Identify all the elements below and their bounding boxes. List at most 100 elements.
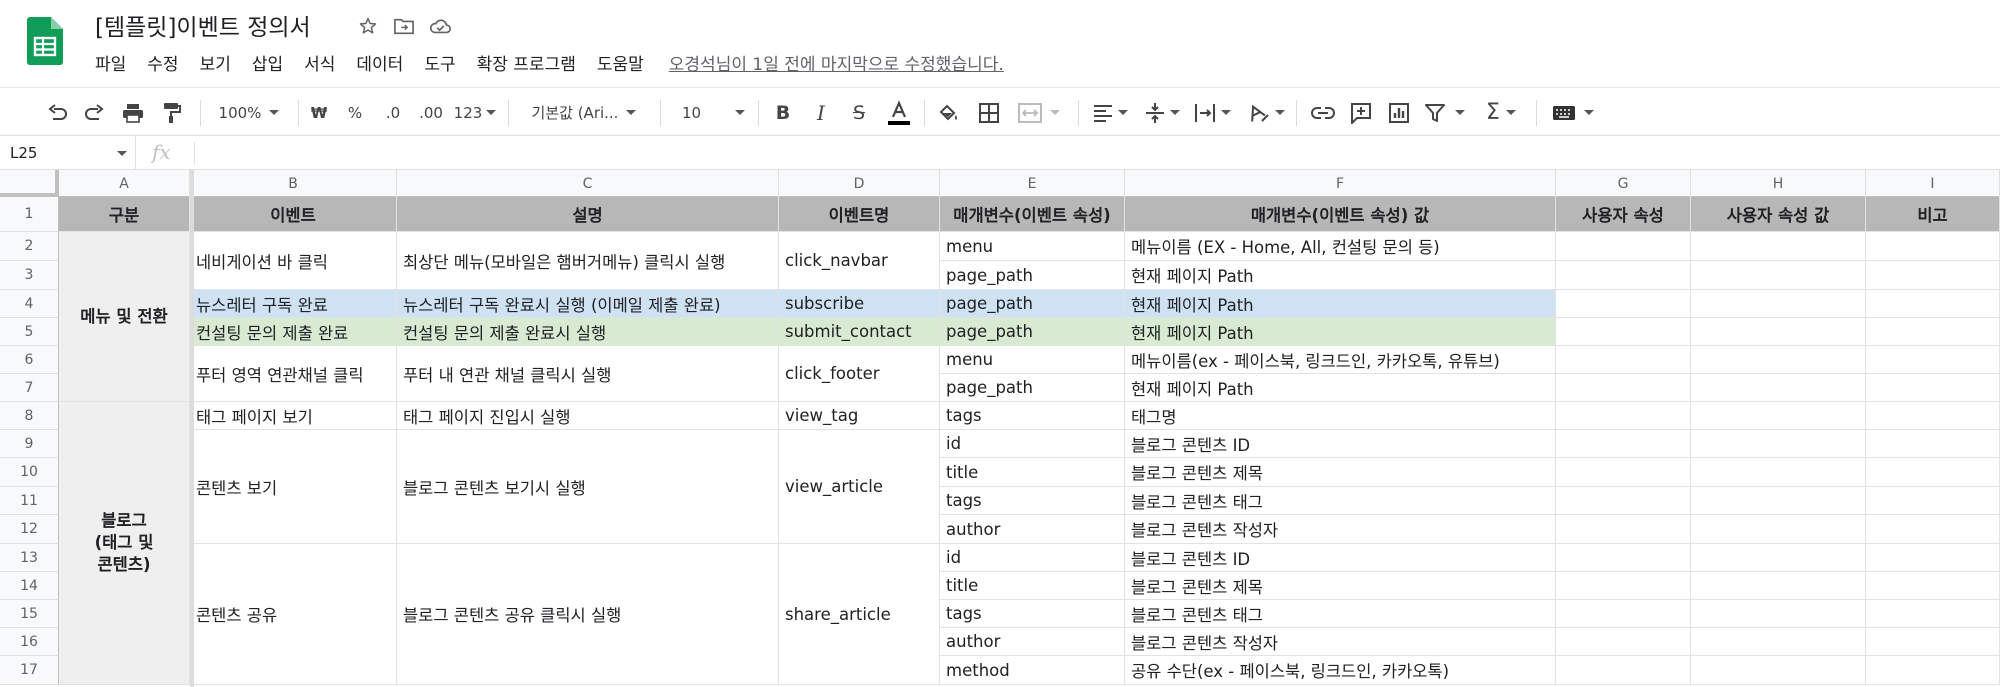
- empty-cell[interactable]: [1556, 318, 1691, 346]
- empty-cell[interactable]: [1866, 572, 2000, 600]
- event-cell[interactable]: 뉴스레터 구독 완료: [190, 290, 397, 318]
- google-sheets-icon[interactable]: [27, 17, 63, 65]
- empty-cell[interactable]: [1866, 318, 2000, 346]
- bold-icon[interactable]: B: [770, 88, 796, 137]
- empty-cell[interactable]: [1556, 430, 1691, 458]
- empty-cell[interactable]: [1691, 572, 1866, 600]
- table-header-cell[interactable]: 사용자 속성 값: [1691, 197, 1866, 232]
- empty-cell[interactable]: [1556, 487, 1691, 515]
- paint-format-icon[interactable]: [157, 88, 187, 137]
- parameter-value-cell[interactable]: 블로그 콘텐츠 태그: [1125, 600, 1556, 628]
- horizontal-align-icon[interactable]: [1088, 88, 1132, 137]
- parameter-key-cell[interactable]: author: [940, 515, 1125, 544]
- description-cell[interactable]: 블로그 콘텐츠 보기시 실행: [397, 430, 779, 544]
- empty-cell[interactable]: [1691, 600, 1866, 628]
- event-cell[interactable]: 컨설팅 문의 제출 완료: [190, 318, 397, 346]
- formula-input[interactable]: [200, 136, 1990, 170]
- frozen-column-divider[interactable]: [190, 170, 194, 687]
- parameter-value-cell[interactable]: 블로그 콘텐츠 제목: [1125, 458, 1556, 487]
- empty-cell[interactable]: [1556, 374, 1691, 402]
- column-header-g[interactable]: G: [1556, 170, 1691, 197]
- insert-comment-icon[interactable]: [1346, 88, 1376, 137]
- print-icon[interactable]: [118, 88, 148, 137]
- row-header[interactable]: 15: [0, 600, 59, 628]
- last-edit-link[interactable]: 오경석님이 1일 전에 마지막으로 수정했습니다.: [669, 50, 1004, 75]
- table-header-cell[interactable]: 사용자 속성: [1556, 197, 1691, 232]
- fill-color-icon[interactable]: [934, 88, 964, 137]
- parameter-value-cell[interactable]: 현재 페이지 Path: [1125, 261, 1556, 290]
- column-header-c[interactable]: C: [397, 170, 779, 197]
- empty-cell[interactable]: [1556, 572, 1691, 600]
- event-cell[interactable]: 콘텐츠 공유: [190, 544, 397, 685]
- row-header[interactable]: 6: [0, 346, 59, 374]
- empty-cell[interactable]: [1691, 318, 1866, 346]
- empty-cell[interactable]: [1556, 458, 1691, 487]
- event-name-cell[interactable]: click_navbar: [779, 232, 940, 290]
- parameter-value-cell[interactable]: 블로그 콘텐츠 제목: [1125, 572, 1556, 600]
- empty-cell[interactable]: [1691, 402, 1866, 430]
- parameter-key-cell[interactable]: tags: [940, 600, 1125, 628]
- row-header[interactable]: 3: [0, 261, 59, 290]
- empty-cell[interactable]: [1691, 515, 1866, 544]
- parameter-key-cell[interactable]: page_path: [940, 374, 1125, 402]
- row-header[interactable]: 1: [0, 197, 59, 232]
- empty-cell[interactable]: [1866, 374, 2000, 402]
- parameter-key-cell[interactable]: page_path: [940, 290, 1125, 318]
- empty-cell[interactable]: [1866, 346, 2000, 374]
- column-header-f[interactable]: F: [1125, 170, 1556, 197]
- parameter-key-cell[interactable]: author: [940, 628, 1125, 656]
- empty-cell[interactable]: [1691, 430, 1866, 458]
- text-wrap-icon[interactable]: [1190, 88, 1234, 137]
- empty-cell[interactable]: [1866, 261, 2000, 290]
- parameter-key-cell[interactable]: page_path: [940, 318, 1125, 346]
- strikethrough-icon[interactable]: S: [846, 88, 872, 137]
- parameter-value-cell[interactable]: 태그명: [1125, 402, 1556, 430]
- empty-cell[interactable]: [1691, 656, 1866, 685]
- parameter-value-cell[interactable]: 블로그 콘텐츠 ID: [1125, 544, 1556, 572]
- column-header-a[interactable]: A: [59, 170, 190, 197]
- table-header-cell[interactable]: 매개변수(이벤트 속성): [940, 197, 1125, 232]
- row-header[interactable]: 2: [0, 232, 59, 261]
- currency-format-button[interactable]: ₩: [308, 88, 330, 137]
- functions-icon[interactable]: Σ: [1478, 88, 1524, 137]
- row-header[interactable]: 9: [0, 430, 59, 458]
- parameter-value-cell[interactable]: 블로그 콘텐츠 ID: [1125, 430, 1556, 458]
- menu-edit[interactable]: 수정: [147, 50, 178, 75]
- empty-cell[interactable]: [1691, 487, 1866, 515]
- table-header-cell[interactable]: 설명: [397, 197, 779, 232]
- row-header[interactable]: 7: [0, 374, 59, 402]
- empty-cell[interactable]: [1556, 261, 1691, 290]
- menu-tools[interactable]: 도구: [424, 50, 455, 75]
- empty-cell[interactable]: [1866, 515, 2000, 544]
- event-name-cell[interactable]: view_tag: [779, 402, 940, 430]
- category-cell[interactable]: 메뉴 및 전환: [59, 232, 190, 402]
- event-name-cell[interactable]: click_footer: [779, 346, 940, 402]
- description-cell[interactable]: 뉴스레터 구독 완료시 실행 (이메일 제출 완료): [397, 290, 779, 318]
- event-cell[interactable]: 푸터 영역 연관채널 클릭: [190, 346, 397, 402]
- event-name-cell[interactable]: view_article: [779, 430, 940, 544]
- row-header[interactable]: 12: [0, 515, 59, 544]
- star-icon[interactable]: [355, 12, 381, 40]
- empty-cell[interactable]: [1866, 544, 2000, 572]
- undo-icon[interactable]: [44, 88, 72, 137]
- empty-cell[interactable]: [1866, 458, 2000, 487]
- row-header[interactable]: 4: [0, 290, 59, 318]
- insert-link-icon[interactable]: [1308, 88, 1338, 137]
- empty-cell[interactable]: [1866, 487, 2000, 515]
- parameter-value-cell[interactable]: 메뉴이름 (EX - Home, All, 컨설팅 문의 등): [1125, 232, 1556, 261]
- parameter-value-cell[interactable]: 공유 수단(ex - 페이스북, 링크드인, 카카오톡): [1125, 656, 1556, 685]
- text-rotation-icon[interactable]: [1242, 88, 1288, 137]
- row-header[interactable]: 5: [0, 318, 59, 346]
- description-cell[interactable]: 태그 페이지 진입시 실행: [397, 402, 779, 430]
- column-header-d[interactable]: D: [779, 170, 940, 197]
- zoom-select[interactable]: 100%: [210, 88, 288, 137]
- italic-icon[interactable]: I: [808, 88, 834, 137]
- table-header-cell[interactable]: 이벤트명: [779, 197, 940, 232]
- table-header-cell[interactable]: 구분: [59, 197, 190, 232]
- parameter-key-cell[interactable]: page_path: [940, 261, 1125, 290]
- empty-cell[interactable]: [1691, 628, 1866, 656]
- parameter-key-cell[interactable]: tags: [940, 402, 1125, 430]
- parameter-value-cell[interactable]: 블로그 콘텐츠 작성자: [1125, 628, 1556, 656]
- empty-cell[interactable]: [1691, 232, 1866, 261]
- parameter-value-cell[interactable]: 블로그 콘텐츠 태그: [1125, 487, 1556, 515]
